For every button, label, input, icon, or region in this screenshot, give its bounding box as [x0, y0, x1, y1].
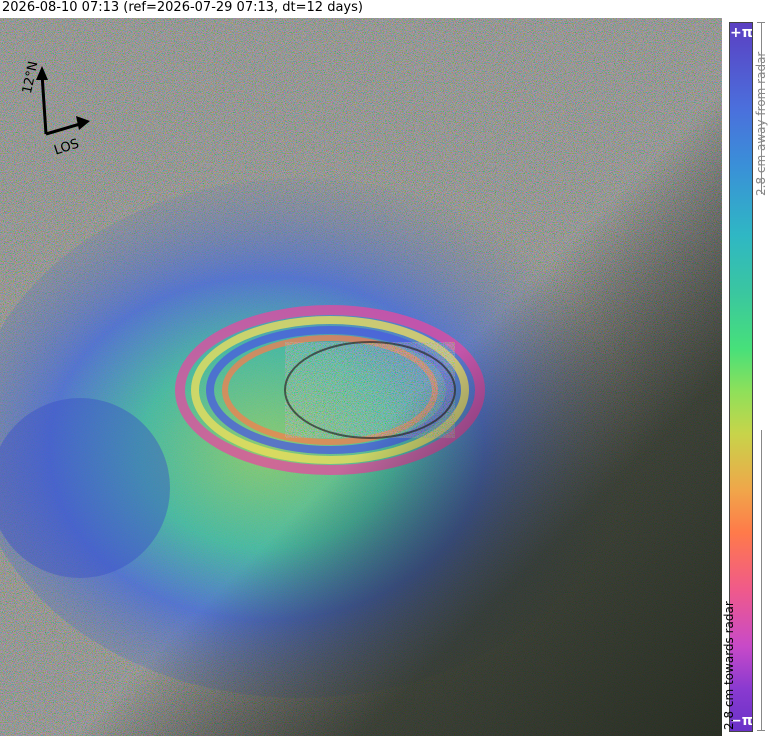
colorbar-tick-bottom [757, 730, 765, 731]
colorbar-max-label: +π [730, 25, 753, 41]
colorbar-label-away: 2.8 cm away from radar [754, 51, 768, 196]
image-title: 2026-08-10 07:13 (ref=2026-07-29 07:13, … [2, 0, 363, 15]
interferogram-image [0, 18, 722, 736]
interferogram-map[interactable]: 12°N LOS [0, 18, 722, 736]
colorbar-label-towards: 2.8 cm towards radar [722, 601, 736, 730]
colorbar-arrow-bottom [761, 430, 762, 730]
orientation-indicator: 12°N LOS [14, 60, 104, 161]
